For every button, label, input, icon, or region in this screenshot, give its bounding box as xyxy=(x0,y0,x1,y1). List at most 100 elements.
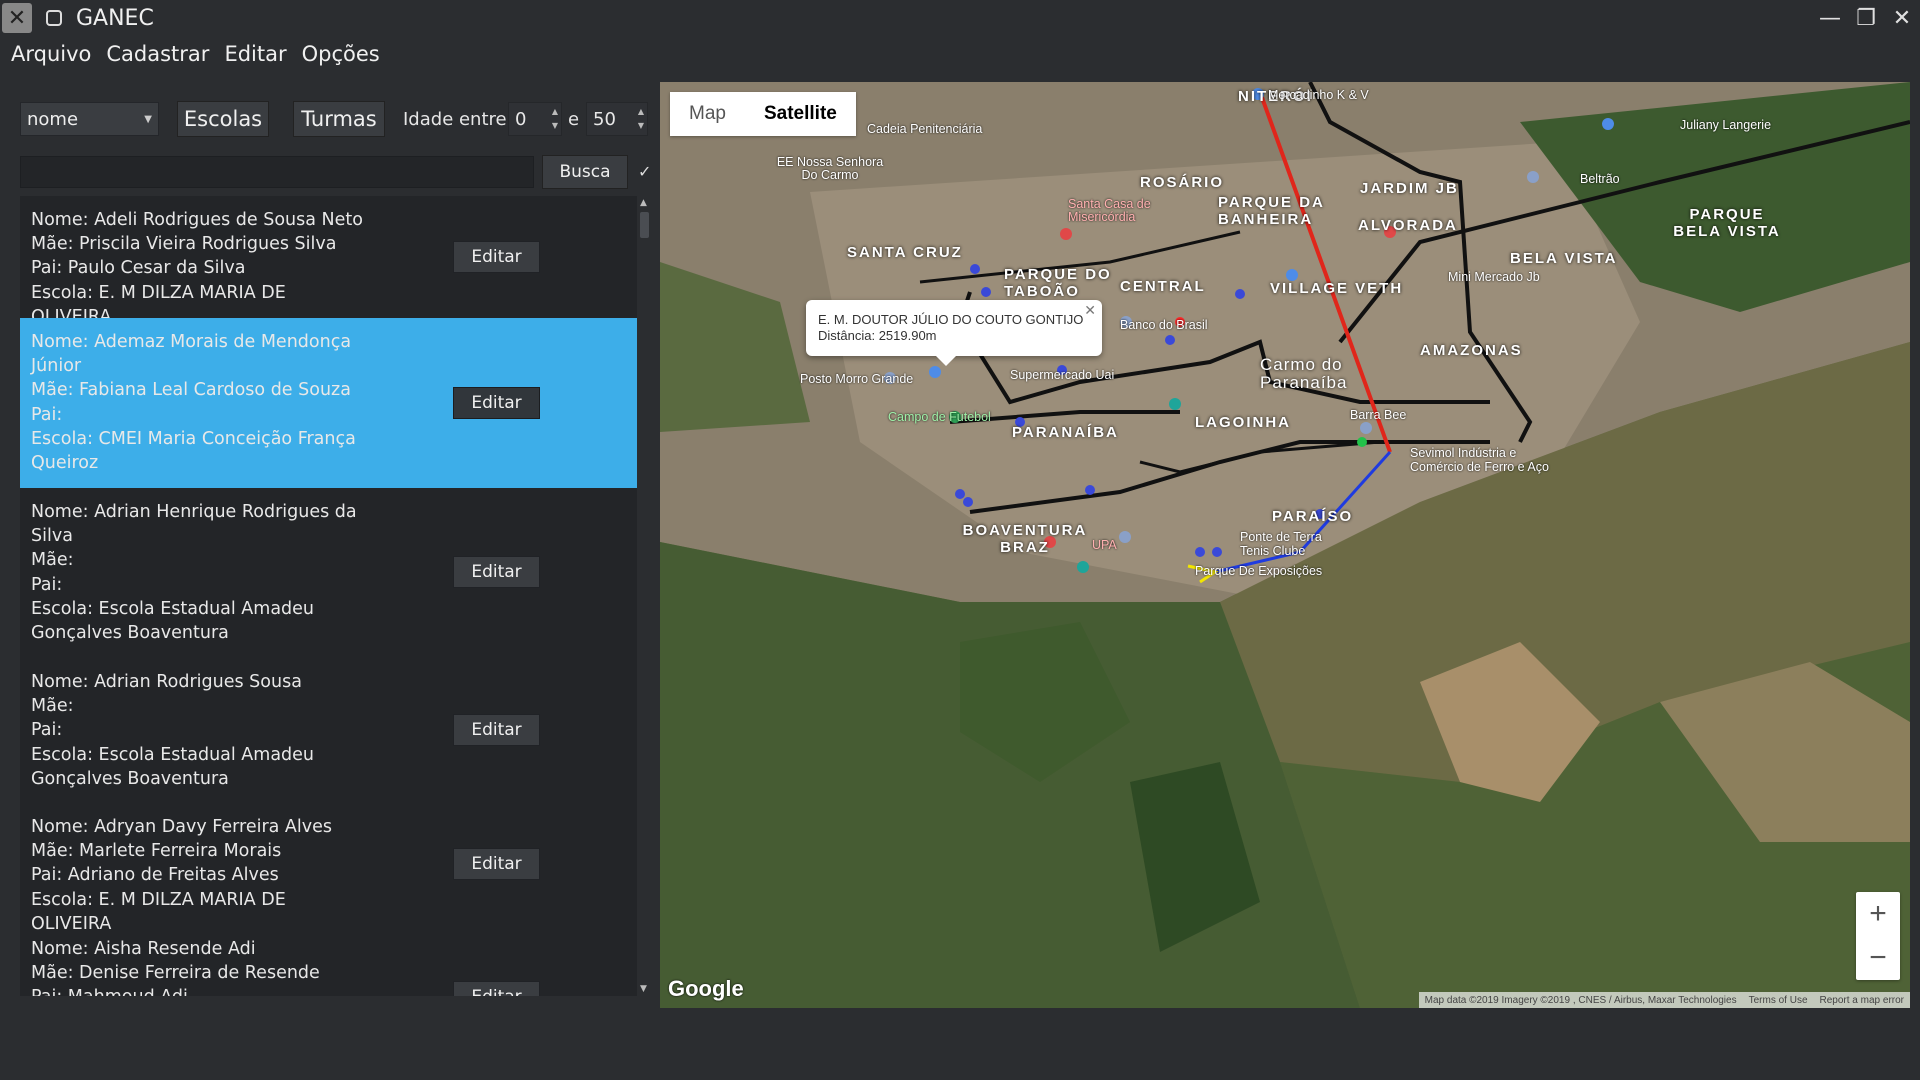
student-name-cont: Silva xyxy=(31,526,73,547)
edit-button[interactable]: Editar xyxy=(453,848,540,880)
minimize-icon[interactable]: — xyxy=(1812,0,1848,36)
zoom-out-button[interactable]: − xyxy=(1856,936,1900,980)
info-window-distance: Distância: 2519.90m xyxy=(818,328,937,343)
chevron-down-icon: ▼ xyxy=(144,113,152,125)
place-label: Barra Bee xyxy=(1350,408,1407,422)
place-labels: Mercadinho K & V Cadeia Penitenciária Ju… xyxy=(660,82,1910,1008)
search-button[interactable]: Busca xyxy=(542,155,628,189)
student-mother: Mãe: Priscila Vieira Rodrigues Silva xyxy=(31,234,337,255)
menu-editar[interactable]: Editar xyxy=(224,42,286,66)
student-father: Pai: xyxy=(31,404,63,425)
student-school-cont: Gonçalves Boaventura xyxy=(31,768,229,789)
place-label: Supermercado Uai xyxy=(1010,368,1115,382)
spin-arrows-icon[interactable]: ▲ ▼ xyxy=(552,105,558,133)
student-name: Nome: Ademaz Morais de Mendonça xyxy=(31,332,352,352)
student-name: Nome: Adryan Davy Ferreira Alves xyxy=(31,817,333,837)
edit-button[interactable]: Editar xyxy=(453,981,540,996)
list-item[interactable]: Nome: Aisha Resende Adi Mãe: Denise Ferr… xyxy=(20,925,637,996)
terms-link[interactable]: Terms of Use xyxy=(1749,995,1808,1006)
menu-opcoes[interactable]: Opções xyxy=(302,42,380,66)
student-school: Escola: Escola Estadual Amadeu xyxy=(31,598,315,619)
student-mother: Mãe: Fabiana Leal Cardoso de Souza xyxy=(31,380,351,401)
info-window-pointer xyxy=(936,356,956,366)
student-name: Nome: Adrian Rodrigues Sousa xyxy=(31,672,302,692)
idade-min-spinbox[interactable]: 0 ▲ ▼ xyxy=(508,102,562,136)
map-type-map-button[interactable]: Map xyxy=(670,92,745,136)
student-list: Nome: Adeli Rodrigues de Sousa Neto Mãe:… xyxy=(20,196,637,996)
place-label: Campo de Futebol xyxy=(888,410,991,424)
idade-label: Idade entre xyxy=(403,109,507,130)
student-name: Nome: Adrian Henrique Rodrigues da xyxy=(31,502,357,522)
place-label: UPA xyxy=(1092,538,1117,552)
search-input[interactable] xyxy=(20,156,534,188)
e-label: e xyxy=(568,109,580,130)
filter-bar: nome ▼ Escolas Turmas Idade entre 0 ▲ ▼ e… xyxy=(20,101,650,137)
place-label: Posto Morro Grande xyxy=(800,372,914,386)
window-menu-icon[interactable] xyxy=(46,10,62,26)
check-icon[interactable]: ✓ xyxy=(638,162,651,181)
scrollbar-thumb[interactable] xyxy=(640,212,649,238)
student-father: Pai: xyxy=(31,720,63,741)
place-label: Mini Mercado Jb xyxy=(1448,270,1540,284)
student-mother: Mãe: xyxy=(31,696,74,717)
zoom-in-button[interactable]: + xyxy=(1856,892,1900,936)
place-label: Ponte de Terra Tenis Clube xyxy=(1240,530,1322,558)
student-name-cont: Júnior xyxy=(31,356,82,377)
map-type-control: Map Satellite xyxy=(670,92,856,136)
sort-field-value: nome xyxy=(27,108,79,130)
list-scrollbar[interactable]: ▲ ▼ xyxy=(638,196,652,996)
list-item[interactable]: Nome: Adryan Davy Ferreira Alves Mãe: Ma… xyxy=(20,803,637,934)
map-view[interactable]: NITERÓI ROSÁRIO PARQUE DA BANHEIRA JARDI… xyxy=(660,82,1910,1008)
student-mother: Mãe: Marlete Ferreira Morais xyxy=(31,841,282,862)
place-label: Banco do Brasil xyxy=(1120,318,1208,332)
scroll-up-icon[interactable]: ▲ xyxy=(640,198,647,208)
student-school-cont: Queiroz xyxy=(31,453,99,474)
spin-arrows-icon[interactable]: ▲ ▼ xyxy=(638,105,644,133)
close-icon[interactable]: ✕ xyxy=(1884,0,1920,36)
edit-button[interactable]: Editar xyxy=(453,714,540,746)
place-label: EE Nossa Senhora Do Carmo xyxy=(776,155,884,182)
menu-arquivo[interactable]: Arquivo xyxy=(11,42,91,66)
student-father: Pai: xyxy=(31,574,63,595)
student-father: Pai: Adriano de Freitas Alves xyxy=(31,865,279,886)
map-attribution: Map data ©2019 Imagery ©2019 , CNES / Ai… xyxy=(1418,992,1910,1008)
place-label: Mercadinho K & V xyxy=(1268,88,1369,102)
zoom-control: + − xyxy=(1856,892,1900,980)
place-label: Juliany Langerie xyxy=(1680,118,1772,132)
student-name: Nome: Adeli Rodrigues de Sousa Neto xyxy=(31,210,363,230)
app-icon: ✕ xyxy=(2,3,32,33)
list-item[interactable]: Nome: Ademaz Morais de Mendonça Júnior M… xyxy=(20,318,637,488)
sort-field-select[interactable]: nome ▼ xyxy=(20,102,159,136)
student-mother: Mãe: Denise Ferreira de Resende xyxy=(31,963,320,984)
maximize-icon[interactable]: ❐ xyxy=(1848,0,1884,36)
edit-button[interactable]: Editar xyxy=(453,241,540,273)
turmas-dropdown[interactable]: Turmas xyxy=(293,101,385,137)
google-logo: Google xyxy=(668,976,744,1001)
window-title: GANEC xyxy=(76,5,154,31)
student-school: Escola: CMEI Maria Conceição França xyxy=(31,428,356,449)
place-label: Beltrão xyxy=(1580,172,1620,186)
student-mother: Mãe: xyxy=(31,550,74,571)
student-school-cont: Gonçalves Boaventura xyxy=(31,623,229,644)
map-type-satellite-button[interactable]: Satellite xyxy=(745,92,856,136)
place-label: Cadeia Penitenciária xyxy=(867,122,983,136)
escolas-dropdown[interactable]: Escolas xyxy=(177,101,269,137)
student-school: Escola: Escola Estadual Amadeu xyxy=(31,744,315,765)
menu-cadastrar[interactable]: Cadastrar xyxy=(106,42,209,66)
edit-button[interactable]: Editar xyxy=(453,387,540,419)
close-icon[interactable]: ✕ xyxy=(1084,302,1096,319)
place-label: Santa Casa de Misericórdia xyxy=(1068,197,1151,224)
list-item[interactable]: Nome: Adrian Rodrigues Sousa Mãe: Pai: E… xyxy=(20,658,637,803)
edit-button[interactable]: Editar xyxy=(453,556,540,588)
place-label: Parque De Exposições xyxy=(1195,564,1323,578)
idade-max-spinbox[interactable]: 50 ▲ ▼ xyxy=(586,102,648,136)
list-item[interactable]: Nome: Adrian Henrique Rodrigues da Silva… xyxy=(20,488,637,658)
report-error-link[interactable]: Report a map error xyxy=(1820,995,1904,1006)
menu-bar: Arquivo Cadastrar Editar Opções xyxy=(0,38,384,70)
scroll-down-icon[interactable]: ▼ xyxy=(640,984,647,994)
list-item[interactable]: Nome: Adeli Rodrigues de Sousa Neto Mãe:… xyxy=(20,196,637,327)
student-father: Pai: Mahmoud Adi xyxy=(31,985,371,996)
student-father: Pai: Paulo Cesar da Silva xyxy=(31,258,246,279)
info-window: E. M. DOUTOR JÚLIO DO COUTO GONTIJO Dist… xyxy=(806,300,1102,366)
place-label: Sevimol Indústria e Comércio de Ferro e … xyxy=(1410,446,1549,474)
